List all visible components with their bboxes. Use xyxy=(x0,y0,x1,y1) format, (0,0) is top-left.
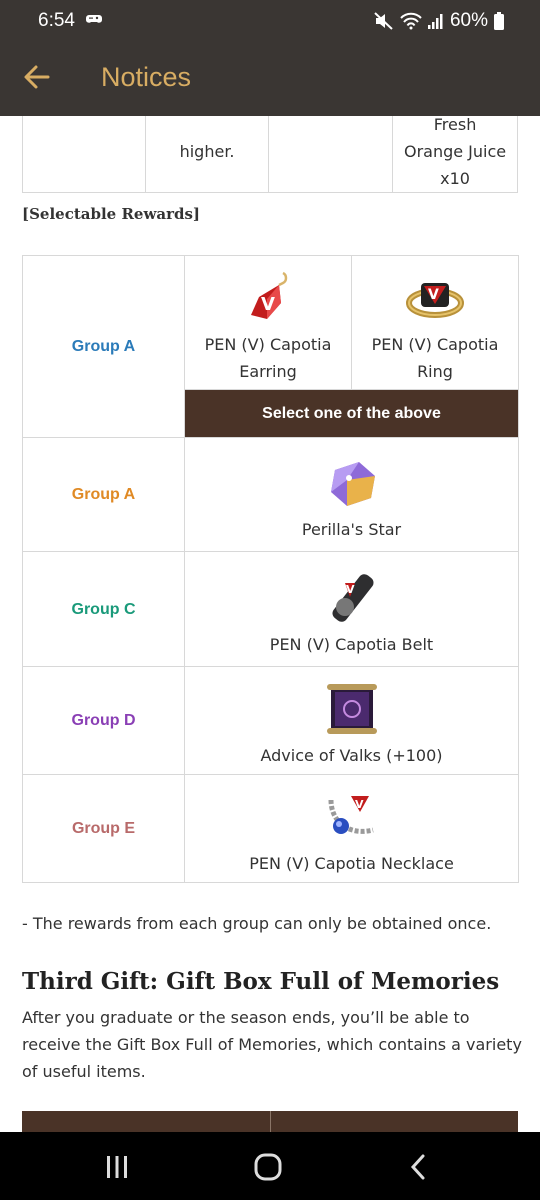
ring-icon: V xyxy=(406,282,464,318)
table-row: Group A V PEN (V) Capotia Earring V PEN … xyxy=(22,255,519,438)
nav-back-icon[interactable] xyxy=(404,1152,434,1182)
belt-icon: V xyxy=(331,573,374,622)
item-name: PEN (V) Capotia Earring xyxy=(204,334,332,381)
reward-item: Perilla's Star xyxy=(184,437,519,552)
select-instruction: Select one of the above xyxy=(184,389,519,438)
reward-item: V PEN (V) Capotia Ring xyxy=(351,255,519,390)
svg-text:V: V xyxy=(428,287,439,303)
earring-icon: V xyxy=(251,271,288,319)
table-row: Group A Perilla's Star xyxy=(22,437,519,552)
recent-apps-icon[interactable] xyxy=(102,1152,132,1182)
scroll-icon xyxy=(326,684,377,734)
battery-icon xyxy=(494,12,504,30)
svg-text:V: V xyxy=(261,294,275,315)
status-bar: 6:54 60% xyxy=(0,0,540,38)
group-label: Group D xyxy=(22,666,185,775)
item-name: Advice of Valks (+100) xyxy=(260,746,443,765)
status-time: 6:54 xyxy=(38,10,75,31)
group-label: Group C xyxy=(22,551,185,667)
reward-item: Advice of Valks (+100) xyxy=(184,666,519,775)
table-row: Group C V PEN (V) Capotia Belt xyxy=(22,551,519,667)
svg-text:V: V xyxy=(355,798,364,811)
notice-content[interactable]: higher. Fresh Orange Juice x10 [Selectab… xyxy=(0,116,540,1132)
table-cell: higher. xyxy=(144,116,270,193)
previous-table-tail: higher. Fresh Orange Juice x10 xyxy=(22,116,518,193)
table-header-cell xyxy=(22,1111,271,1132)
battery-percent: 60% xyxy=(449,10,488,31)
item-name: PEN (V) Capotia Belt xyxy=(269,634,434,654)
table-cell: Fresh Orange Juice x10 xyxy=(392,116,518,193)
table-cell xyxy=(22,116,146,193)
reward-item: V PEN (V) Capotia Belt xyxy=(184,551,519,667)
table-header-cell xyxy=(271,1111,519,1132)
reward-item: V PEN (V) Capotia Earring xyxy=(184,255,352,390)
reward-item: V PEN (V) Capotia Necklace xyxy=(184,774,519,883)
table-row: Group D Advice of Valks (+100) xyxy=(22,666,519,775)
mute-icon xyxy=(374,12,393,30)
app-bar: Notices xyxy=(0,38,540,116)
system-nav-bar xyxy=(0,1132,540,1200)
group-label: Group E xyxy=(22,774,185,883)
item-name: Perilla's Star xyxy=(301,520,402,539)
wifi-icon xyxy=(400,12,422,30)
star-gem-icon xyxy=(330,462,375,506)
status-icons: 60% xyxy=(374,10,504,32)
item-name: PEN (V) Capotia Necklace xyxy=(249,854,454,873)
group-label: Group A xyxy=(22,255,185,438)
item-name: PEN (V) Capotia Ring xyxy=(371,334,499,381)
game-controller-icon xyxy=(86,15,102,23)
reward-note: - The rewards from each group can only b… xyxy=(22,914,492,933)
back-arrow-icon[interactable] xyxy=(18,58,56,96)
necklace-icon: V xyxy=(328,796,374,834)
table-row: Group E V PEN (V) Capotia Necklace xyxy=(22,774,519,883)
svg-text:V: V xyxy=(346,583,355,596)
group-label: Group A xyxy=(22,437,185,552)
table-cell xyxy=(268,116,394,193)
page-title: Notices xyxy=(101,62,192,92)
home-icon[interactable] xyxy=(253,1152,283,1182)
rewards-table: Group A V PEN (V) Capotia Earring V PEN … xyxy=(22,255,519,883)
signal-icon xyxy=(427,14,443,29)
gift-description: After you graduate or the season ends, y… xyxy=(22,1008,522,1081)
section-label: [Selectable Rewards] xyxy=(22,205,201,223)
next-table-header xyxy=(22,1111,518,1132)
gift-heading: Third Gift: Gift Box Full of Memories xyxy=(22,968,500,995)
